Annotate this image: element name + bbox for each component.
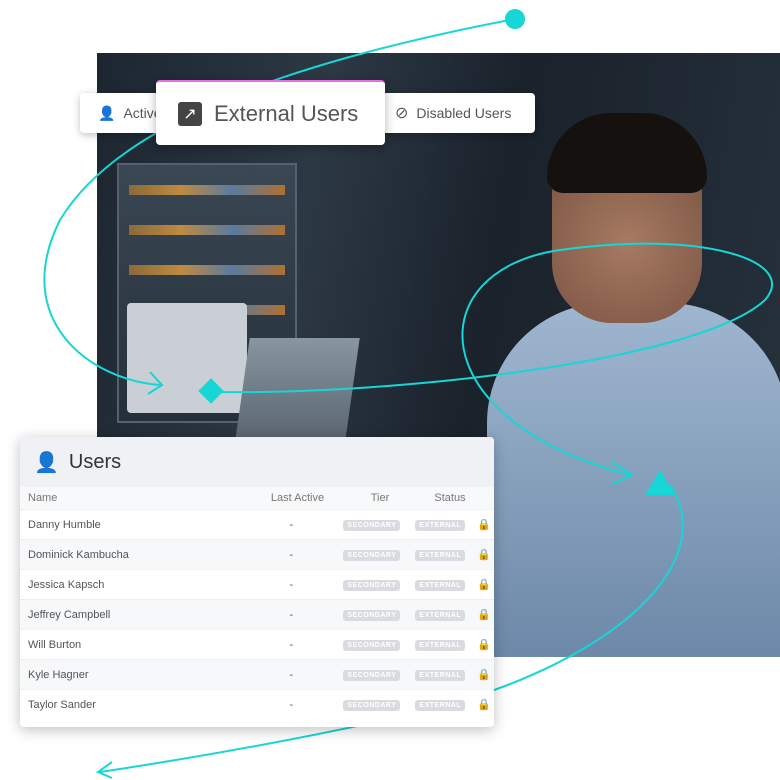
- last-active: -: [289, 668, 294, 681]
- user-name: Jessica Kapsch: [28, 578, 105, 591]
- tier-badge: SECONDARY: [343, 520, 401, 531]
- dot-marker: [505, 9, 525, 29]
- tier-badge: SECONDARY: [343, 640, 401, 651]
- table-body: Danny Humble - SECONDARY EXTERNAL 🔒 Domin…: [20, 509, 494, 719]
- col-last-active: Last Active: [270, 492, 325, 504]
- status-badge: EXTERNAL: [415, 580, 466, 591]
- table-row[interactable]: Kyle Hagner - SECONDARY EXTERNAL 🔒: [20, 659, 494, 689]
- user-name: Dominick Kambucha: [28, 548, 129, 561]
- lock-icon[interactable]: 🔒: [474, 578, 494, 591]
- status-badge: EXTERNAL: [415, 610, 466, 621]
- tier-badge: SECONDARY: [343, 610, 401, 621]
- user-name: Danny Humble: [28, 518, 101, 531]
- lock-icon[interactable]: 🔒: [474, 638, 494, 651]
- tier-badge: SECONDARY: [343, 670, 401, 681]
- col-status: Status: [434, 492, 466, 504]
- table-row[interactable]: Jeffrey Campbell - SECONDARY EXTERNAL 🔒: [20, 599, 494, 629]
- status-badge: EXTERNAL: [415, 520, 466, 531]
- status-badge: EXTERNAL: [415, 640, 466, 651]
- user-icon: 👤: [34, 451, 59, 474]
- table-row[interactable]: Taylor Sander - SECONDARY EXTERNAL 🔒: [20, 689, 494, 719]
- last-active: -: [289, 578, 294, 591]
- external-link-icon: ↗: [178, 101, 202, 126]
- last-active: -: [289, 548, 294, 561]
- diamond-marker: [198, 378, 224, 404]
- table-row[interactable]: Dominick Kambucha - SECONDARY EXTERNAL 🔒: [20, 539, 494, 569]
- user-name: Taylor Sander: [28, 698, 96, 711]
- lock-icon[interactable]: 🔒: [474, 548, 494, 561]
- lock-icon[interactable]: 🔒: [474, 518, 494, 531]
- card-header: 👤 Users: [20, 437, 494, 487]
- table-row[interactable]: Jessica Kapsch - SECONDARY EXTERNAL 🔒: [20, 569, 494, 599]
- triangle-marker: [645, 470, 675, 495]
- col-name: Name: [28, 492, 58, 504]
- users-card: 👤 Users Name Last Active Tier Status Dan…: [20, 437, 494, 727]
- table-header: Name Last Active Tier Status: [20, 487, 494, 509]
- last-active: -: [289, 698, 294, 711]
- user-name: Will Burton: [28, 638, 82, 651]
- tier-badge: SECONDARY: [343, 700, 401, 711]
- table-row[interactable]: Will Burton - SECONDARY EXTERNAL 🔒: [20, 629, 494, 659]
- last-active: -: [289, 608, 294, 621]
- status-badge: EXTERNAL: [415, 670, 466, 681]
- lock-icon[interactable]: 🔒: [474, 698, 494, 711]
- tier-badge: SECONDARY: [343, 580, 401, 591]
- user-name: Jeffrey Campbell: [28, 608, 111, 621]
- tab-external-users[interactable]: ↗ External Users: [156, 80, 385, 145]
- status-badge: EXTERNAL: [415, 700, 466, 711]
- tier-badge: SECONDARY: [343, 550, 401, 561]
- table-row[interactable]: Danny Humble - SECONDARY EXTERNAL 🔒: [20, 509, 494, 539]
- col-tier: Tier: [370, 492, 390, 504]
- tab-disabled-users[interactable]: ⊘ Disabled Users: [395, 93, 511, 133]
- last-active: -: [289, 638, 294, 651]
- user-icon: 👤: [98, 104, 116, 121]
- last-active: -: [289, 518, 294, 531]
- lock-icon[interactable]: 🔒: [474, 608, 494, 621]
- lock-icon[interactable]: 🔒: [474, 668, 494, 681]
- ban-icon: ⊘: [395, 105, 409, 122]
- user-name: Kyle Hagner: [28, 668, 89, 681]
- status-badge: EXTERNAL: [415, 550, 466, 561]
